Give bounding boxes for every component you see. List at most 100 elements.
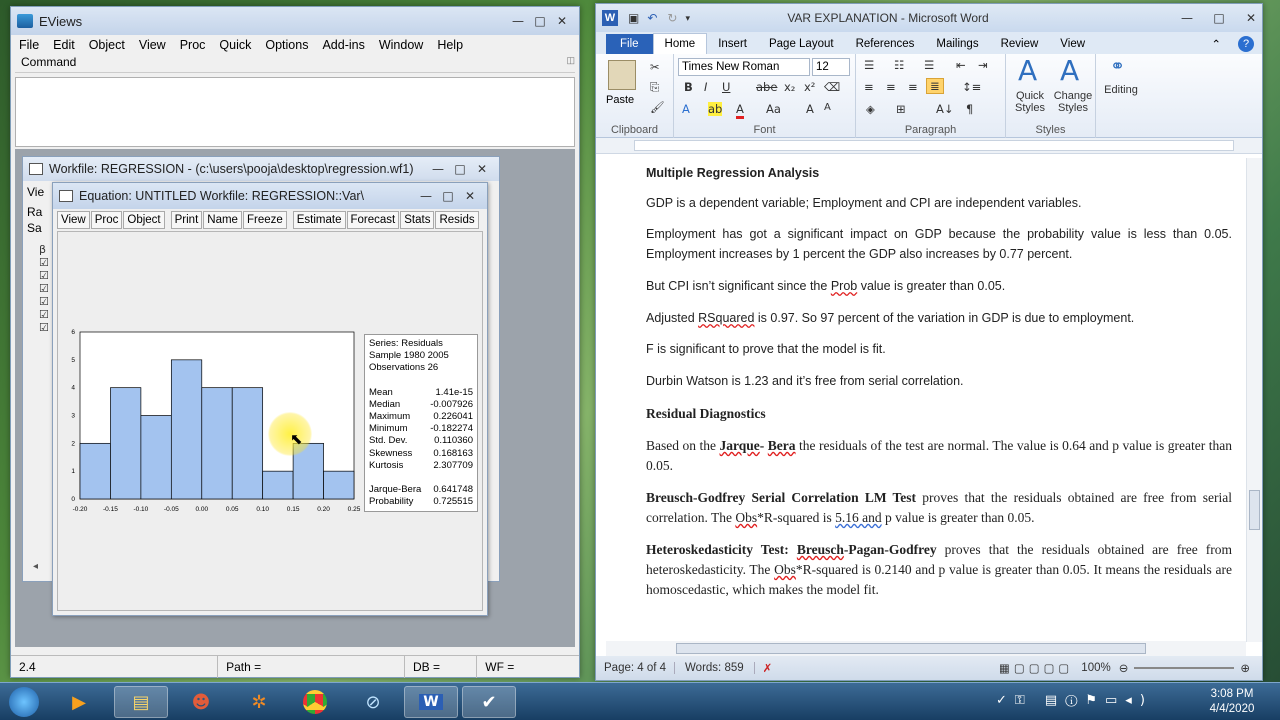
spelling-error[interactable]: Jarque <box>720 438 760 453</box>
menu-file[interactable]: File <box>19 38 39 52</box>
grow-font-icon[interactable]: A <box>806 102 814 116</box>
multilevel-list-icon[interactable]: ☰ <box>924 58 934 72</box>
tab-page-layout[interactable]: Page Layout <box>758 34 845 54</box>
decrease-indent-icon[interactable]: ⇤ <box>956 58 966 72</box>
scroll-left-icon[interactable]: ◂ <box>33 561 38 572</box>
tab-mailings[interactable]: Mailings <box>925 34 989 54</box>
tab-file[interactable]: File <box>606 34 653 54</box>
spelling-error[interactable]: Obs <box>735 510 757 525</box>
text-effects-icon[interactable]: A <box>682 102 690 116</box>
command-input[interactable] <box>15 77 575 147</box>
minimize-icon[interactable]: — <box>1176 11 1198 25</box>
tab-references[interactable]: References <box>845 34 926 54</box>
vertical-scrollbar[interactable] <box>1246 158 1262 642</box>
spelling-error[interactable]: Bera <box>768 438 796 453</box>
taskbar-app-orange[interactable]: ✲ <box>232 686 286 718</box>
strikethrough-icon[interactable]: abe <box>756 80 777 94</box>
minimize-icon[interactable]: — <box>427 162 449 176</box>
align-left-icon[interactable]: ≡ <box>864 80 874 94</box>
view-buttons[interactable]: ▦▢▢▢▢ <box>999 661 1073 675</box>
help-icon[interactable]: ? <box>1238 36 1254 52</box>
format-painter-icon[interactable]: 🖌 <box>650 100 665 114</box>
quick-styles-icon[interactable]: A <box>1018 54 1037 87</box>
menu-addins[interactable]: Add-ins <box>322 38 364 52</box>
shrink-font-icon[interactable]: A <box>824 102 831 113</box>
proofing-icon[interactable]: ✗ <box>755 661 781 675</box>
word-titlebar[interactable]: W ▣ ↶ ↻ ▾ VAR EXPLANATION - Microsoft Wo… <box>596 4 1262 32</box>
increase-indent-icon[interactable]: ⇥ <box>978 58 988 72</box>
font-size-select[interactable]: 12 <box>812 58 850 76</box>
taskbar-eviews[interactable]: ✔ <box>462 686 516 718</box>
equation-titlebar[interactable]: Equation: UNTITLED Workfile: REGRESSION:… <box>53 183 487 209</box>
taskbar-app-blue[interactable]: ⊘ <box>346 686 400 718</box>
menu-options[interactable]: Options <box>265 38 308 52</box>
spelling-error[interactable]: Breusch <box>797 542 844 557</box>
proc-button[interactable]: Proc <box>90 211 123 229</box>
close-icon[interactable]: ✕ <box>471 162 493 176</box>
close-icon[interactable]: ✕ <box>1240 11 1262 25</box>
system-tray-icons[interactable]: ✓⚿ ▤ⓘ⚑▭◂) <box>996 693 1153 708</box>
menu-object[interactable]: Object <box>89 38 125 52</box>
menu-view[interactable]: View <box>139 38 166 52</box>
copy-icon[interactable]: ⎘ <box>650 80 659 95</box>
tab-view[interactable]: View <box>1049 34 1096 54</box>
justify-icon[interactable]: ≣ <box>926 78 944 94</box>
show-formatting-icon[interactable]: ¶ <box>966 102 973 116</box>
font-name-select[interactable]: Times New Roman <box>678 58 810 76</box>
change-styles-icon[interactable]: A <box>1060 54 1079 87</box>
zoom-in-icon[interactable]: ⊕ <box>1240 661 1250 675</box>
change-styles-button[interactable]: Change Styles <box>1050 90 1096 114</box>
start-button[interactable] <box>0 686 48 718</box>
stats-button[interactable]: Stats <box>400 211 435 229</box>
numbering-icon[interactable]: ☷ <box>894 58 904 72</box>
font-color-icon[interactable]: A <box>736 102 744 119</box>
binoculars-icon[interactable]: ⚭ <box>1110 56 1125 77</box>
borders-icon[interactable]: ⊞ <box>896 102 906 116</box>
maximize-icon[interactable]: □ <box>529 14 551 28</box>
redo-icon[interactable]: ↻ <box>667 11 677 25</box>
tab-insert[interactable]: Insert <box>707 34 758 54</box>
maximize-icon[interactable]: □ <box>449 162 471 176</box>
menu-edit[interactable]: Edit <box>53 38 75 52</box>
collapse-ribbon-icon[interactable]: ⌃ <box>1200 34 1232 54</box>
paste-button[interactable]: Paste <box>606 94 634 106</box>
bold-icon[interactable]: B <box>684 80 693 94</box>
close-icon[interactable]: ✕ <box>459 189 481 203</box>
pin-icon[interactable]: ◫ <box>566 55 575 72</box>
freeze-button[interactable]: Freeze <box>242 211 287 229</box>
hscroll-thumb[interactable] <box>676 643 1146 654</box>
maximize-icon[interactable]: □ <box>437 189 459 203</box>
taskbar-chrome[interactable] <box>288 686 342 718</box>
forecast-button[interactable]: Forecast <box>346 211 400 229</box>
quick-styles-button[interactable]: Quick Styles <box>1008 90 1052 114</box>
print-button[interactable]: Print <box>170 211 203 229</box>
clear-formatting-icon[interactable]: ⌫ <box>824 80 840 94</box>
change-case-icon[interactable]: Aa <box>766 102 781 116</box>
workfile-object-icons[interactable]: β ☑ ☑ ☑ ☑ ☑ ☑ <box>39 243 51 334</box>
minimize-icon[interactable]: — <box>415 189 437 203</box>
clock[interactable]: 3:08 PM 4/4/2020 <box>1200 687 1264 717</box>
line-spacing-icon[interactable]: ↕≡ <box>962 80 981 94</box>
view-button[interactable]: View <box>57 211 90 229</box>
minimize-icon[interactable]: — <box>507 14 529 28</box>
undo-icon[interactable]: ↶ <box>647 11 657 25</box>
maximize-icon[interactable]: □ <box>1208 11 1230 25</box>
tab-review[interactable]: Review <box>990 34 1050 54</box>
paste-icon[interactable] <box>608 60 636 90</box>
spelling-error[interactable]: RSquared <box>698 311 754 325</box>
estimate-button[interactable]: Estimate <box>292 211 346 229</box>
zoom-slider[interactable] <box>1134 667 1235 669</box>
taskbar-app-face[interactable]: ☻ <box>174 686 228 718</box>
horizontal-scrollbar[interactable] <box>606 641 1246 657</box>
taskbar-word[interactable]: W <box>404 686 458 718</box>
superscript-icon[interactable]: x² <box>804 80 815 94</box>
name-button[interactable]: Name <box>203 211 242 229</box>
close-icon[interactable]: ✕ <box>551 14 573 28</box>
taskbar-explorer[interactable]: ▤ <box>114 686 168 718</box>
highlight-icon[interactable]: ab <box>708 102 723 116</box>
underline-icon[interactable]: U <box>722 80 730 94</box>
page-count[interactable]: Page: 4 of 4 <box>596 662 676 674</box>
document-page[interactable]: Multiple Regression Analysis GDP is a de… <box>596 158 1246 642</box>
editing-button[interactable]: Editing <box>1098 84 1144 96</box>
align-right-icon[interactable]: ≡ <box>908 80 918 94</box>
